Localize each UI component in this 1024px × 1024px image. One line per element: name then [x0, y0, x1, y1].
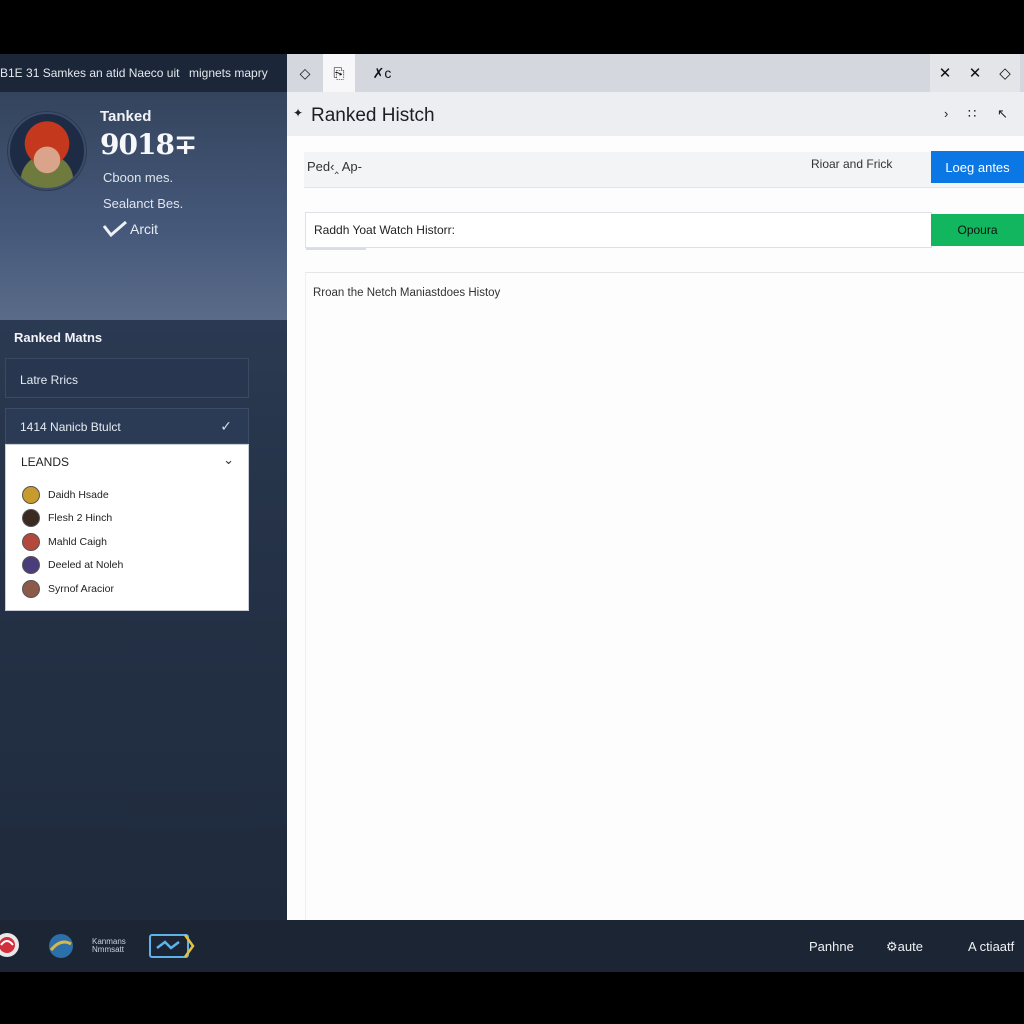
filter-row[interactable]: Ped‹‸ Ap- Rioar and Frick — [304, 152, 1024, 188]
profile-badge[interactable]: Arcit — [102, 220, 158, 238]
filter-right-label[interactable]: Rioar and Frick — [811, 157, 892, 171]
tab-tools[interactable]: ✗c — [367, 54, 397, 92]
list-item[interactable]: Flesh 2 Hinch — [22, 507, 123, 531]
footer-logo-text: Kanmans Nmmsatt — [92, 937, 126, 954]
history-text: Rroan the Netch Maniastdoes Histoy — [313, 287, 501, 299]
avatar[interactable] — [8, 112, 86, 190]
top-bar-text: B1E 31 Samkes an atid Naeco uit — [0, 66, 180, 80]
pin-icon[interactable]: ✦ — [293, 106, 303, 120]
close-icon[interactable]: ✕ — [960, 54, 990, 92]
page-header: ✦ Ranked Histch › ∷ ↖ — [287, 92, 1024, 136]
footer-bar: Kanmans Nmmsatt Panhne ⚙aute A ctiaatf — [0, 920, 1024, 972]
sidebar-top-bar: B1E 31 Samkes an atid Naeco uit mignets … — [0, 54, 287, 92]
list-item[interactable]: Syrnof Aracior — [22, 577, 123, 601]
section-title: Ranked Matns — [14, 330, 103, 345]
list-item[interactable]: Mahld Caigh — [22, 530, 123, 554]
match-history-panel: Rroan the Netch Maniastdoes Histoy — [305, 272, 1024, 920]
filter-text: Ped‹‸ Ap- — [307, 159, 362, 174]
controller-icon[interactable] — [149, 932, 195, 960]
select-dropdown[interactable]: 1414 Nanicb Btulct ✓ — [5, 408, 249, 444]
divider — [306, 248, 366, 250]
heart-check-icon — [102, 220, 127, 238]
tab-active[interactable]: ⎘ — [323, 54, 355, 92]
list-item-label: Daidh Hsade — [48, 488, 109, 501]
app-window: B1E 31 Samkes an atid Naeco uit mignets … — [0, 54, 1024, 972]
check-icon: ✓ — [220, 418, 232, 434]
settings-icon: ⚙ — [886, 939, 898, 954]
more-icon[interactable]: ∷ — [968, 106, 976, 122]
footer-link-3[interactable]: A ctiaatf — [968, 939, 1014, 954]
list-item-label: Syrnof Aracior — [48, 582, 114, 595]
list-item-label: Deeled at Noleh — [48, 559, 124, 572]
avatar-icon — [22, 509, 40, 528]
rank-value: 9018∓ — [100, 128, 197, 161]
sidebar: B1E 31 Samkes an atid Naeco uit mignets … — [0, 54, 287, 920]
list-item[interactable]: Daidh Hsade — [22, 483, 123, 507]
profile-meta-1: Cboon mes. — [103, 170, 174, 185]
footer-link-2[interactable]: ⚙aute — [886, 939, 923, 955]
search-input[interactable]: Raddh Yoat Watch Historr: — [305, 212, 932, 250]
page-title: Ranked Histch — [311, 105, 435, 126]
avatar-icon — [22, 485, 40, 504]
search-text: Raddh Yoat Watch Historr: — [314, 223, 455, 237]
close-icon[interactable]: ✕ — [930, 54, 960, 92]
tab-home[interactable]: ◇ — [287, 54, 323, 92]
brand-logo-icon[interactable] — [0, 932, 20, 958]
rank-label: Tanked — [100, 108, 152, 125]
select-label: 1414 Nanicb Btulct — [20, 420, 121, 434]
dropdown-list: Daidh Hsade Flesh 2 Hinch Mahld Caigh De… — [22, 483, 123, 601]
tab-bar: ◇ ⎘ ✗c ✕ ✕ ◇ — [287, 54, 1024, 92]
chevron-right-icon[interactable]: › — [944, 106, 948, 121]
list-item[interactable]: Deeled at Noleh — [22, 554, 123, 578]
main-panel: ◇ ⎘ ✗c ✕ ✕ ◇ ✦ Ranked Histch › ∷ ↖ Ped‹‸… — [287, 54, 1024, 920]
footer-link-2-label: aute — [897, 939, 923, 954]
avatar-icon — [22, 532, 40, 551]
list-item-label: Mahld Caigh — [48, 535, 107, 548]
badge-label: Arcit — [130, 221, 158, 237]
globe-icon[interactable] — [47, 932, 75, 960]
profile-card: Tanked 9018∓ Cboon mes. Sealanct Bes. Ar… — [0, 92, 287, 320]
load-button[interactable]: Loeg antes — [931, 151, 1024, 183]
diamond-icon[interactable]: ◇ — [990, 54, 1020, 92]
list-item-label: Flesh 2 Hinch — [48, 512, 113, 525]
arrow-icon[interactable]: ↖ — [997, 106, 1008, 122]
open-button[interactable]: Opoura — [931, 214, 1024, 246]
filter-box[interactable]: Latre Rrics — [5, 358, 249, 398]
footer-link-1[interactable]: Panhne — [809, 939, 854, 954]
chevron-down-icon[interactable]: ⌄ — [223, 452, 234, 468]
avatar-icon — [22, 579, 40, 598]
profile-meta-2: Sealanct Bes. — [103, 196, 184, 211]
dropdown-panel: LEANDS ⌄ Daidh Hsade Flesh 2 Hinch Mahld… — [5, 444, 249, 611]
avatar-icon — [22, 556, 40, 575]
top-bar-status: mignets mapry — [189, 66, 268, 80]
dropdown-title: LEANDS — [21, 455, 70, 469]
